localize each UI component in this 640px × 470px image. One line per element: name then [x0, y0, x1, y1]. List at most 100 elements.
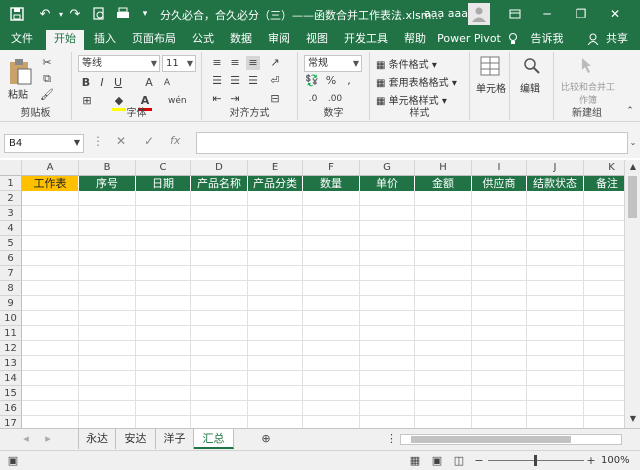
font-name-select[interactable]: 等线 ▼ [78, 55, 160, 72]
tab-developer[interactable]: 开发工具 [338, 28, 394, 50]
ribbon-display-icon[interactable] [500, 0, 530, 28]
grid-cell[interactable] [22, 296, 79, 311]
grid-cell[interactable] [191, 401, 248, 416]
tab-home[interactable]: 开始 [46, 30, 84, 50]
grid-cell[interactable] [303, 356, 360, 371]
grid-cell[interactable] [303, 206, 360, 221]
grid-cell[interactable] [360, 206, 415, 221]
align-center-icon[interactable]: ☰ [228, 74, 242, 88]
grid-cell[interactable] [303, 221, 360, 236]
cells-button-label[interactable]: 单元格 [476, 80, 506, 95]
header-cell[interactable]: 产品分类 [248, 176, 303, 191]
grid-cell[interactable] [527, 326, 584, 341]
normal-view-icon[interactable]: ▦ [408, 454, 422, 468]
grid-cell[interactable] [248, 371, 303, 386]
formula-input[interactable] [196, 132, 628, 154]
grid-cell[interactable] [136, 191, 191, 206]
grid-cell[interactable] [248, 206, 303, 221]
row-header[interactable]: 14 [0, 371, 22, 386]
tab-power-pivot[interactable]: Power Pivot [436, 28, 502, 50]
grid-cell[interactable] [527, 356, 584, 371]
scroll-thumb[interactable] [628, 176, 637, 218]
grid-cell[interactable] [472, 296, 527, 311]
grid-cell[interactable] [360, 371, 415, 386]
align-middle-icon[interactable]: ≡ [228, 56, 242, 70]
grid-cell[interactable] [136, 206, 191, 221]
row-header[interactable]: 8 [0, 281, 22, 296]
grid-cell[interactable] [303, 236, 360, 251]
grid-cell[interactable] [527, 341, 584, 356]
grid-cell[interactable] [22, 401, 79, 416]
sheet-tab[interactable]: 永达 [78, 429, 116, 449]
editing-button-label[interactable]: 编辑 [520, 80, 540, 95]
grid-cell[interactable] [527, 371, 584, 386]
sheet-tab[interactable]: 安达 [116, 429, 156, 449]
grid-cell[interactable] [248, 251, 303, 266]
zoom-out-icon[interactable]: − [474, 454, 484, 468]
enter-icon[interactable]: ✓ [144, 134, 154, 148]
grid-cell[interactable] [79, 401, 136, 416]
column-header[interactable]: A [22, 160, 79, 176]
copy-icon[interactable]: ⧉ [40, 72, 54, 86]
cancel-icon[interactable]: ✕ [116, 134, 126, 148]
grid-cell[interactable] [472, 416, 527, 428]
grid-cell[interactable] [360, 401, 415, 416]
format-painter-icon[interactable]: 🖌 [40, 88, 54, 102]
grid-cell[interactable] [79, 326, 136, 341]
grid-cell[interactable] [415, 296, 472, 311]
grid-cell[interactable] [136, 311, 191, 326]
header-cell[interactable]: 工作表 [22, 176, 79, 191]
sheet-tab[interactable]: 洋子 [156, 429, 194, 449]
grid-cell[interactable] [472, 371, 527, 386]
row-header[interactable]: 3 [0, 206, 22, 221]
row-header[interactable]: 15 [0, 386, 22, 401]
column-header[interactable]: G [360, 160, 415, 176]
row-header[interactable]: 17 [0, 416, 22, 428]
grid-cell[interactable] [22, 371, 79, 386]
grid-cell[interactable] [303, 191, 360, 206]
grid-cell[interactable] [22, 386, 79, 401]
grid-cell[interactable] [472, 356, 527, 371]
row-header[interactable]: 7 [0, 266, 22, 281]
tab-view[interactable]: 视图 [300, 28, 334, 50]
grid-cell[interactable] [415, 386, 472, 401]
row-header[interactable]: 4 [0, 221, 22, 236]
currency-icon[interactable]: 💱 [304, 74, 320, 88]
column-header[interactable]: C [136, 160, 191, 176]
grid-cell[interactable] [248, 296, 303, 311]
horizontal-scrollbar[interactable] [400, 434, 622, 445]
grid-cell[interactable] [472, 236, 527, 251]
tab-review[interactable]: 审阅 [262, 28, 296, 50]
grid-cell[interactable] [415, 206, 472, 221]
grid-cell[interactable] [136, 236, 191, 251]
grid-cell[interactable] [191, 266, 248, 281]
header-cell[interactable]: 产品名称 [191, 176, 248, 191]
scroll-up-icon[interactable]: ▲ [627, 160, 639, 174]
grid-cell[interactable] [415, 311, 472, 326]
grid-cell[interactable] [527, 191, 584, 206]
grid-cell[interactable] [22, 326, 79, 341]
sheet-tab-active[interactable]: 汇总 [194, 429, 234, 449]
scroll-down-icon[interactable]: ▼ [627, 412, 639, 426]
grid-cell[interactable] [472, 326, 527, 341]
header-cell[interactable]: 金额 [415, 176, 472, 191]
print-preview-icon[interactable] [88, 0, 110, 28]
percent-icon[interactable]: % [324, 74, 338, 88]
conditional-formatting-button[interactable]: ▦ 条件格式 ▾ [376, 56, 437, 71]
scroll-left-icon[interactable]: ◂ [20, 432, 32, 446]
grid-cell[interactable] [472, 266, 527, 281]
search-icon[interactable] [522, 56, 542, 80]
grid-cell[interactable] [79, 191, 136, 206]
grid-cell[interactable] [360, 191, 415, 206]
grid-cell[interactable] [79, 386, 136, 401]
grid-cell[interactable] [248, 401, 303, 416]
paste-button-label[interactable]: 粘贴 [8, 86, 28, 101]
grid-cell[interactable] [248, 236, 303, 251]
grid-cell[interactable] [360, 296, 415, 311]
grid-cell[interactable] [527, 221, 584, 236]
grid-cell[interactable] [136, 356, 191, 371]
chevron-down-icon[interactable]: ▼ [72, 136, 82, 150]
grid-cell[interactable] [303, 281, 360, 296]
zoom-level[interactable]: 100% [601, 455, 630, 466]
grid-cell[interactable] [79, 311, 136, 326]
